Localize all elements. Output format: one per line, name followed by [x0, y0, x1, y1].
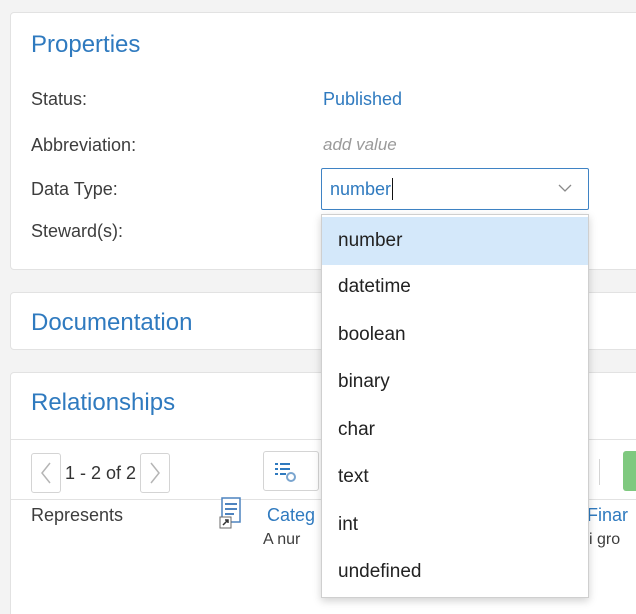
- dropdown-option-number[interactable]: number: [322, 217, 588, 265]
- relationship-link-left[interactable]: Categ: [267, 505, 315, 526]
- dropdown-option-undefined[interactable]: undefined: [322, 548, 588, 596]
- documentation-title[interactable]: Documentation: [31, 309, 192, 337]
- relationship-desc-left: A nur: [263, 531, 301, 548]
- chevron-right-icon: [150, 462, 161, 484]
- relationship-desc-right: i gro: [589, 531, 621, 548]
- view-settings-button[interactable]: [263, 451, 319, 491]
- relationship-type: Represents: [31, 505, 124, 525]
- pager-range: 1 - 2 of 2: [65, 462, 137, 483]
- page-root: Properties Status: Published Abbreviatio…: [0, 0, 636, 614]
- status-value[interactable]: Published: [323, 89, 402, 110]
- relationships-title[interactable]: Relationships: [31, 389, 175, 417]
- stewards-label: Steward(s):: [31, 221, 124, 241]
- abbreviation-value[interactable]: add value: [323, 135, 397, 155]
- document-shortcut-icon: [219, 497, 241, 529]
- dropdown-option-text[interactable]: text: [322, 453, 588, 501]
- properties-title[interactable]: Properties: [31, 31, 140, 59]
- dropdown-option-datetime[interactable]: datetime: [322, 263, 588, 311]
- dropdown-option-int[interactable]: int: [322, 501, 588, 549]
- list-settings-icon: [275, 463, 296, 482]
- pager: 1 - 2 of 2: [31, 451, 171, 495]
- data-type-select-value[interactable]: number: [330, 177, 394, 200]
- pager-next-button[interactable]: [140, 453, 171, 493]
- add-relationship-button[interactable]: [623, 451, 636, 491]
- abbreviation-label: Abbreviation:: [31, 135, 137, 155]
- pager-prev-button[interactable]: [31, 453, 61, 493]
- dropdown-option-char[interactable]: char: [322, 406, 588, 454]
- dropdown-option-binary[interactable]: binary: [322, 358, 588, 406]
- toolbar-separator: [599, 459, 600, 485]
- data-type-dropdown: number datetime boolean binary char text…: [321, 214, 589, 598]
- status-label: Status:: [31, 89, 88, 109]
- text-caret: [392, 177, 394, 200]
- data-type-select[interactable]: number: [321, 168, 589, 210]
- chevron-down-icon[interactable]: [558, 183, 572, 193]
- dropdown-option-boolean[interactable]: boolean: [322, 311, 588, 359]
- relationship-link-right[interactable]: Finar: [587, 505, 628, 526]
- chevron-left-icon: [41, 462, 51, 484]
- data-type-label: Data Type:: [31, 179, 118, 199]
